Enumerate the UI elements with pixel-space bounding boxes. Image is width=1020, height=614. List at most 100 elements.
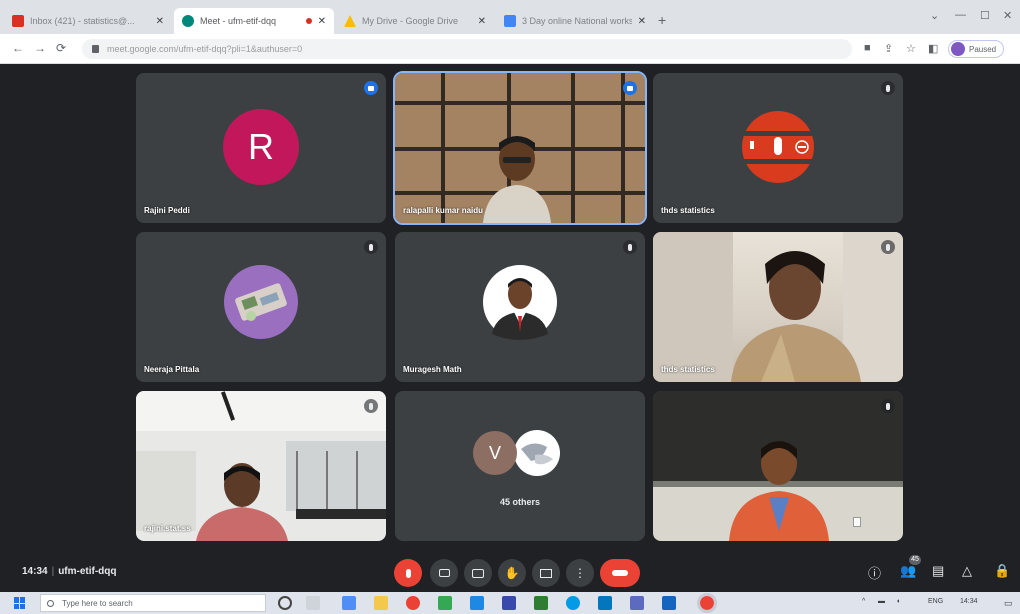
meeting-code: ufm-etif-dqq bbox=[58, 566, 117, 577]
task-view-icon[interactable] bbox=[306, 596, 320, 610]
participant-name: thds statistics bbox=[661, 206, 715, 215]
os-taskbar: Type here to search ^ ▬ ◖ ENG 14:34 ▭ bbox=[0, 592, 1020, 614]
chat-icon[interactable]: ▤ bbox=[932, 563, 944, 579]
word-icon[interactable] bbox=[502, 596, 516, 610]
tab-gmail[interactable]: Inbox (421) - statistics@... ✕ bbox=[4, 8, 172, 34]
tab-label: Meet - ufm-etif-dqq bbox=[200, 16, 277, 26]
edge-icon[interactable] bbox=[342, 596, 356, 610]
meet-controls-bar: 14:34 | ufm-etif-dqq ✋ ⋮ ⓘ 👥 45 ▤ △ 🔒 bbox=[0, 554, 1020, 592]
mic-off-icon bbox=[881, 81, 895, 95]
tab-label: 3 Day online National worksho... bbox=[522, 16, 632, 26]
close-window-icon[interactable]: ✕ bbox=[1003, 9, 1012, 22]
clock[interactable]: 14:34 bbox=[960, 598, 978, 605]
notifications-icon[interactable]: ▭ bbox=[1004, 598, 1013, 609]
share-icon[interactable]: ⇪ bbox=[884, 42, 893, 55]
url-text: meet.google.com/ufm-etif-dqq?pli=1&authu… bbox=[107, 44, 303, 54]
back-icon[interactable]: ← bbox=[12, 41, 24, 55]
language-indicator[interactable]: ENG bbox=[928, 598, 943, 605]
meeting-time: 14:34 bbox=[22, 566, 48, 577]
recording-icon bbox=[305, 18, 312, 24]
mic-off-icon bbox=[623, 240, 637, 254]
presenting-icon bbox=[740, 111, 816, 183]
activities-icon[interactable]: △ bbox=[962, 563, 972, 579]
gmail-icon bbox=[12, 15, 24, 27]
captions-button[interactable] bbox=[464, 559, 492, 587]
profile-button[interactable]: Paused bbox=[948, 40, 1004, 58]
video-feed bbox=[395, 73, 645, 223]
camera-toggle-button[interactable] bbox=[430, 559, 458, 587]
close-icon[interactable]: ✕ bbox=[156, 16, 164, 27]
person-figure bbox=[196, 463, 288, 541]
chrome-icon[interactable] bbox=[406, 596, 420, 610]
participant-tile[interactable]: ralapalli kumar naidu bbox=[393, 71, 647, 225]
address-bar[interactable]: meet.google.com/ufm-etif-dqq?pli=1&authu… bbox=[82, 39, 852, 59]
file-explorer-icon[interactable] bbox=[374, 596, 388, 610]
host-controls-icon[interactable]: 🔒 bbox=[994, 563, 1010, 579]
raise-hand-button[interactable]: ✋ bbox=[498, 559, 526, 587]
tray-chevron-icon[interactable]: ^ bbox=[862, 598, 865, 605]
cortana-icon[interactable] bbox=[278, 596, 292, 610]
participant-tile[interactable]: R Rajini Peddi bbox=[136, 73, 386, 223]
new-tab-button[interactable]: + bbox=[658, 12, 666, 28]
app-icon[interactable] bbox=[630, 596, 644, 610]
tab-meet[interactable]: Meet - ufm-etif-dqq ✕ bbox=[174, 8, 334, 34]
reload-icon[interactable]: ⟳ bbox=[56, 41, 66, 55]
participant-tile[interactable]: thds statistics bbox=[653, 73, 903, 223]
tab-drive[interactable]: My Drive - Google Drive ✕ bbox=[336, 8, 494, 34]
taskbar-search[interactable]: Type here to search bbox=[40, 594, 266, 612]
avatar bbox=[224, 265, 298, 339]
video-feed bbox=[136, 391, 386, 541]
camera-icon bbox=[438, 569, 450, 577]
network-icon[interactable]: ▬ bbox=[878, 598, 885, 605]
participant-name: Muragesh Math bbox=[403, 365, 462, 374]
avatar bbox=[483, 265, 557, 340]
close-icon[interactable]: ✕ bbox=[638, 16, 646, 27]
windows-start-icon[interactable] bbox=[14, 597, 26, 609]
app-icon[interactable] bbox=[566, 596, 580, 610]
participant-tile[interactable]: rajini.stat.ss bbox=[136, 391, 386, 541]
app-icon[interactable] bbox=[598, 596, 612, 610]
chrome-active-icon[interactable] bbox=[697, 593, 717, 613]
people-icon[interactable]: 👥 bbox=[900, 563, 916, 579]
extensions-icon[interactable]: ◧ bbox=[928, 42, 938, 55]
participant-tile[interactable] bbox=[653, 391, 903, 541]
app-icon[interactable] bbox=[662, 596, 676, 610]
app-icon[interactable] bbox=[438, 596, 452, 610]
participant-tile[interactable]: thds statistics bbox=[653, 232, 903, 382]
app-icon[interactable] bbox=[470, 596, 484, 610]
maximize-icon[interactable]: ☐ bbox=[980, 9, 990, 22]
participant-name: rajini.stat.ss bbox=[144, 524, 191, 533]
mic-off-icon bbox=[405, 568, 411, 578]
video-feed bbox=[653, 232, 903, 382]
present-button[interactable] bbox=[532, 559, 560, 587]
tab-forms[interactable]: 3 Day online National worksho... ✕ bbox=[496, 8, 654, 34]
chevron-down-icon[interactable]: ⌄ bbox=[930, 9, 939, 22]
participant-name: Neeraja Pittala bbox=[144, 365, 200, 374]
captions-icon bbox=[472, 568, 484, 578]
others-count: 45 others bbox=[499, 497, 541, 507]
browser-tabstrip: Inbox (421) - statistics@... ✕ Meet - uf… bbox=[0, 0, 1020, 34]
forward-icon[interactable]: → bbox=[34, 41, 46, 55]
drive-icon bbox=[344, 15, 356, 27]
participant-name: ralapalli kumar naidu bbox=[403, 206, 484, 215]
others-tile[interactable]: V 45 others bbox=[395, 391, 645, 541]
minimize-icon[interactable]: — bbox=[955, 9, 966, 21]
mic-active-icon bbox=[623, 81, 637, 95]
participant-tile[interactable]: Muragesh Math bbox=[395, 232, 645, 382]
tab-label: Inbox (421) - statistics@... bbox=[30, 16, 135, 26]
close-icon[interactable]: ✕ bbox=[318, 16, 326, 27]
meeting-info: 14:34 | ufm-etif-dqq bbox=[22, 566, 117, 577]
star-icon[interactable]: ☆ bbox=[906, 42, 916, 55]
close-icon[interactable]: ✕ bbox=[478, 16, 486, 27]
more-options-button[interactable]: ⋮ bbox=[566, 559, 594, 587]
leave-call-button[interactable] bbox=[600, 559, 640, 587]
participant-tile[interactable]: Neeraja Pittala bbox=[136, 232, 386, 382]
mic-toggle-button[interactable] bbox=[394, 559, 422, 587]
volume-icon[interactable]: ◖ bbox=[896, 598, 900, 605]
mic-off-icon bbox=[364, 240, 378, 254]
camera-icon[interactable]: ■ bbox=[864, 42, 871, 54]
avatar bbox=[951, 42, 965, 56]
excel-icon[interactable] bbox=[534, 596, 548, 610]
person-figure bbox=[729, 441, 829, 541]
info-icon[interactable]: ⓘ bbox=[868, 563, 881, 582]
